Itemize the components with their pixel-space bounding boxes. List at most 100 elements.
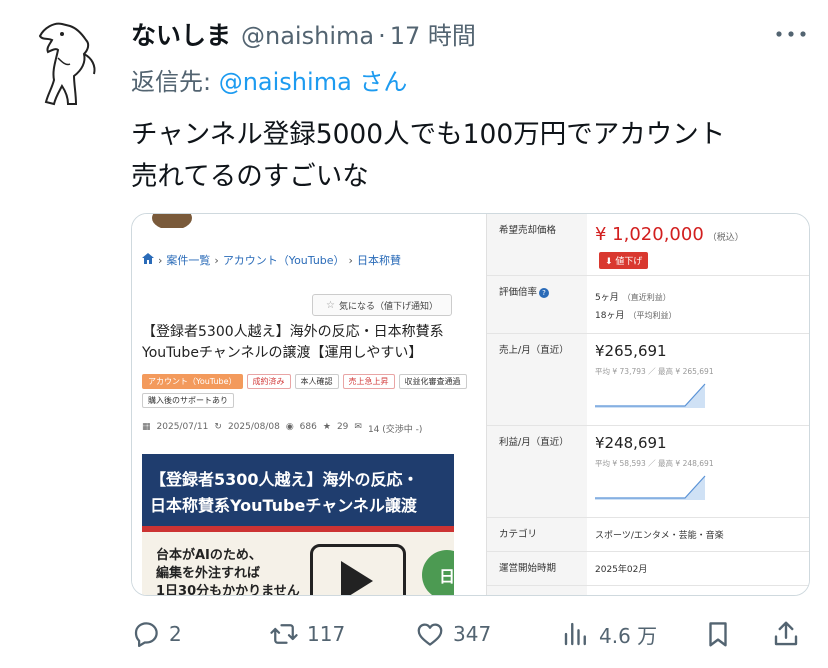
profit-sparkline [595, 475, 706, 500]
row-sales: 売上/月（直近） ¥265,691 平均 ¥ 73,793 ／ 最高 ¥ 265… [487, 334, 809, 426]
listing-meta: ▦ 2025/07/11 ↻ 2025/08/08 ◉ 686 ★ 29 ✉ 14 (交渉… [142, 422, 422, 435]
category-label: カテゴリ [487, 518, 587, 551]
home-icon[interactable] [142, 253, 154, 267]
row-price: 希望売却価格 ¥ 1,020,000 （税込） ⬇ 値下げ [487, 214, 809, 276]
category-value: スポーツ/エンタメ・芸能・音楽 [595, 531, 724, 541]
author-handle[interactable]: @naishima [241, 22, 374, 50]
separator-dot: · [378, 22, 386, 50]
star-icon: ★ [322, 422, 331, 432]
tag[interactable]: アカウント（YouTube） [142, 374, 243, 389]
play-icon [310, 544, 406, 595]
tweet-header: ないしま @naishima · 17 時間 [131, 16, 781, 52]
reply-suffix: さん [351, 68, 408, 96]
tweet-text-line-1: チャンネル登録5000人でも100万円でアカウント [131, 119, 726, 150]
author-name[interactable]: ないしま [131, 16, 231, 52]
banner-line-2: 日本称賛系YouTubeチャンネル譲渡 [150, 496, 417, 515]
chevron-right-icon: › [348, 253, 353, 267]
star-icon: ☆ [326, 299, 335, 311]
heart-icon [417, 623, 443, 646]
breadcrumb-item[interactable]: 日本称賛 [357, 252, 401, 268]
profit-value: ¥248,691 [595, 434, 667, 452]
bookmark-button[interactable] [703, 614, 733, 654]
chevron-right-icon: › [214, 253, 219, 267]
tag: 収益化審査通過 [398, 374, 467, 389]
views-chart-icon [564, 622, 586, 646]
bookmark-icon [709, 622, 727, 647]
multiple-recent: 5ヶ月 [595, 293, 619, 303]
green-badge: 日 [422, 550, 454, 595]
eye-icon: ◉ [285, 422, 294, 432]
price-label: 希望売却価格 [487, 214, 587, 275]
tweet-time[interactable]: 17 時間 [390, 16, 476, 51]
multiple-label: 評価倍率? [487, 276, 587, 333]
tweet-image[interactable]: › 案件一覧 › アカウント（YouTube） › 日本称賛 ☆ 気になる（値下… [131, 213, 810, 596]
reply-mention[interactable]: @naishima [219, 68, 352, 96]
like-count: 347 [453, 622, 492, 646]
top-cropped-image [152, 214, 192, 228]
tag: 売上急上昇 [342, 374, 395, 389]
sales-value: ¥265,691 [595, 342, 667, 360]
reply-button[interactable]: 2 [131, 614, 182, 654]
start-value: 2025年02月 [595, 565, 648, 575]
help-icon[interactable]: ? [539, 287, 550, 298]
posted-date: 2025/07/11 [156, 422, 209, 432]
tag-list: アカウント（YouTube） 成約済み 本人確認 売上急上昇 収益化審査通過 購… [142, 374, 472, 408]
breadcrumb-item[interactable]: 案件一覧 [166, 252, 210, 268]
thumbnail-banner: 【登録者5300人越え】海外の反応・ 日本称賛系YouTubeチャンネル譲渡 [142, 454, 454, 532]
reply-icon [134, 622, 158, 647]
views-button[interactable]: 4.6 万 [561, 614, 657, 654]
reply-to: 返信先: @naishima さん [131, 62, 407, 97]
more-options-icon[interactable] [774, 26, 808, 40]
reply-prefix: 返信先: [131, 68, 219, 96]
price-tax: （税込） [707, 233, 744, 243]
row-start: 運営開始時期 2025年02月 [487, 552, 809, 586]
view-count: 4.6 万 [599, 623, 658, 648]
tweet-actions: 2 117 347 4.6 万 [131, 614, 811, 654]
price-value: ¥ 1,020,000 [595, 224, 704, 245]
tag: 本人確認 [294, 374, 339, 389]
tag: 成約済み [246, 374, 291, 389]
listing-page: › 案件一覧 › アカウント（YouTube） › 日本称賛 ☆ 気になる（値下… [132, 214, 480, 596]
listing-details-table: 希望売却価格 ¥ 1,020,000 （税込） ⬇ 値下げ 評価倍率? 5ヶ月 （直… [486, 214, 809, 595]
favorite-button-label: 気になる（値下げ通知） [338, 301, 438, 312]
down-arrow-icon: ⬇ [605, 257, 616, 267]
favorite-button[interactable]: ☆ 気になる（値下げ通知） [312, 294, 452, 316]
refresh-icon: ↻ [214, 422, 222, 432]
sales-label: 売上/月（直近） [487, 334, 587, 425]
listing-title: 【登録者5300人越え】海外の反応・日本称賛系YouTubeチャンネルの譲渡【運… [142, 324, 444, 361]
reply-count: 2 [169, 622, 182, 646]
retweet-count: 117 [307, 622, 346, 646]
tag: 購入後のサポートあり [142, 393, 234, 408]
lower-line-2: 編集を外注すれば [156, 566, 261, 581]
favorite-count: 29 [336, 422, 349, 432]
lower-line-3: 1日30分もかかりません [156, 584, 300, 596]
multiple-average: 18ヶ月 [595, 311, 625, 321]
row-multiple: 評価倍率? 5ヶ月 （直近利益） 18ヶ月 （平均利益） [487, 276, 809, 334]
comment-count: 14 (交渉中 -) [367, 425, 423, 435]
profit-label: 利益/月（直近） [487, 426, 587, 517]
tweet-text-line-2: 売れてるのすごいな [131, 161, 369, 192]
start-label: 運営開始時期 [487, 552, 587, 585]
share-button[interactable] [771, 614, 801, 654]
sales-sparkline [595, 383, 706, 408]
tweet-text: チャンネル登録5000人でも100万円でアカウント 売れてるのすごいな [131, 114, 811, 198]
row-profit: 利益/月（直近） ¥248,691 平均 ¥ 58,593 ／ 最高 ¥ 248… [487, 426, 809, 518]
profit-averages: 平均 ¥ 58,593 ／ 最高 ¥ 248,691 [595, 459, 714, 468]
like-button[interactable]: 347 [415, 614, 491, 654]
avatar[interactable] [32, 14, 116, 110]
row-cut-off [487, 586, 809, 595]
share-icon [774, 621, 798, 646]
sales-averages: 平均 ¥ 73,793 ／ 最高 ¥ 265,691 [595, 367, 714, 376]
breadcrumb-item[interactable]: アカウント（YouTube） [223, 252, 345, 268]
thumbnail-lower: 台本がAIのため、 編集を外注すれば 1日30分もかかりません 日 [142, 532, 454, 596]
view-count: 686 [299, 422, 317, 432]
row-category: カテゴリ スポーツ/エンタメ・芸能・音楽 [487, 518, 809, 552]
banner-line-1: 【登録者5300人越え】海外の反応・ [150, 470, 419, 489]
lower-line-1: 台本がAIのため、 [156, 548, 262, 563]
retweet-button[interactable]: 117 [269, 614, 345, 654]
price-drop-badge: ⬇ 値下げ [599, 252, 649, 269]
comment-icon: ✉ [354, 422, 362, 432]
chevron-right-icon: › [158, 253, 163, 267]
retweet-icon [270, 624, 298, 644]
breadcrumb: › 案件一覧 › アカウント（YouTube） › 日本称賛 [142, 252, 401, 268]
